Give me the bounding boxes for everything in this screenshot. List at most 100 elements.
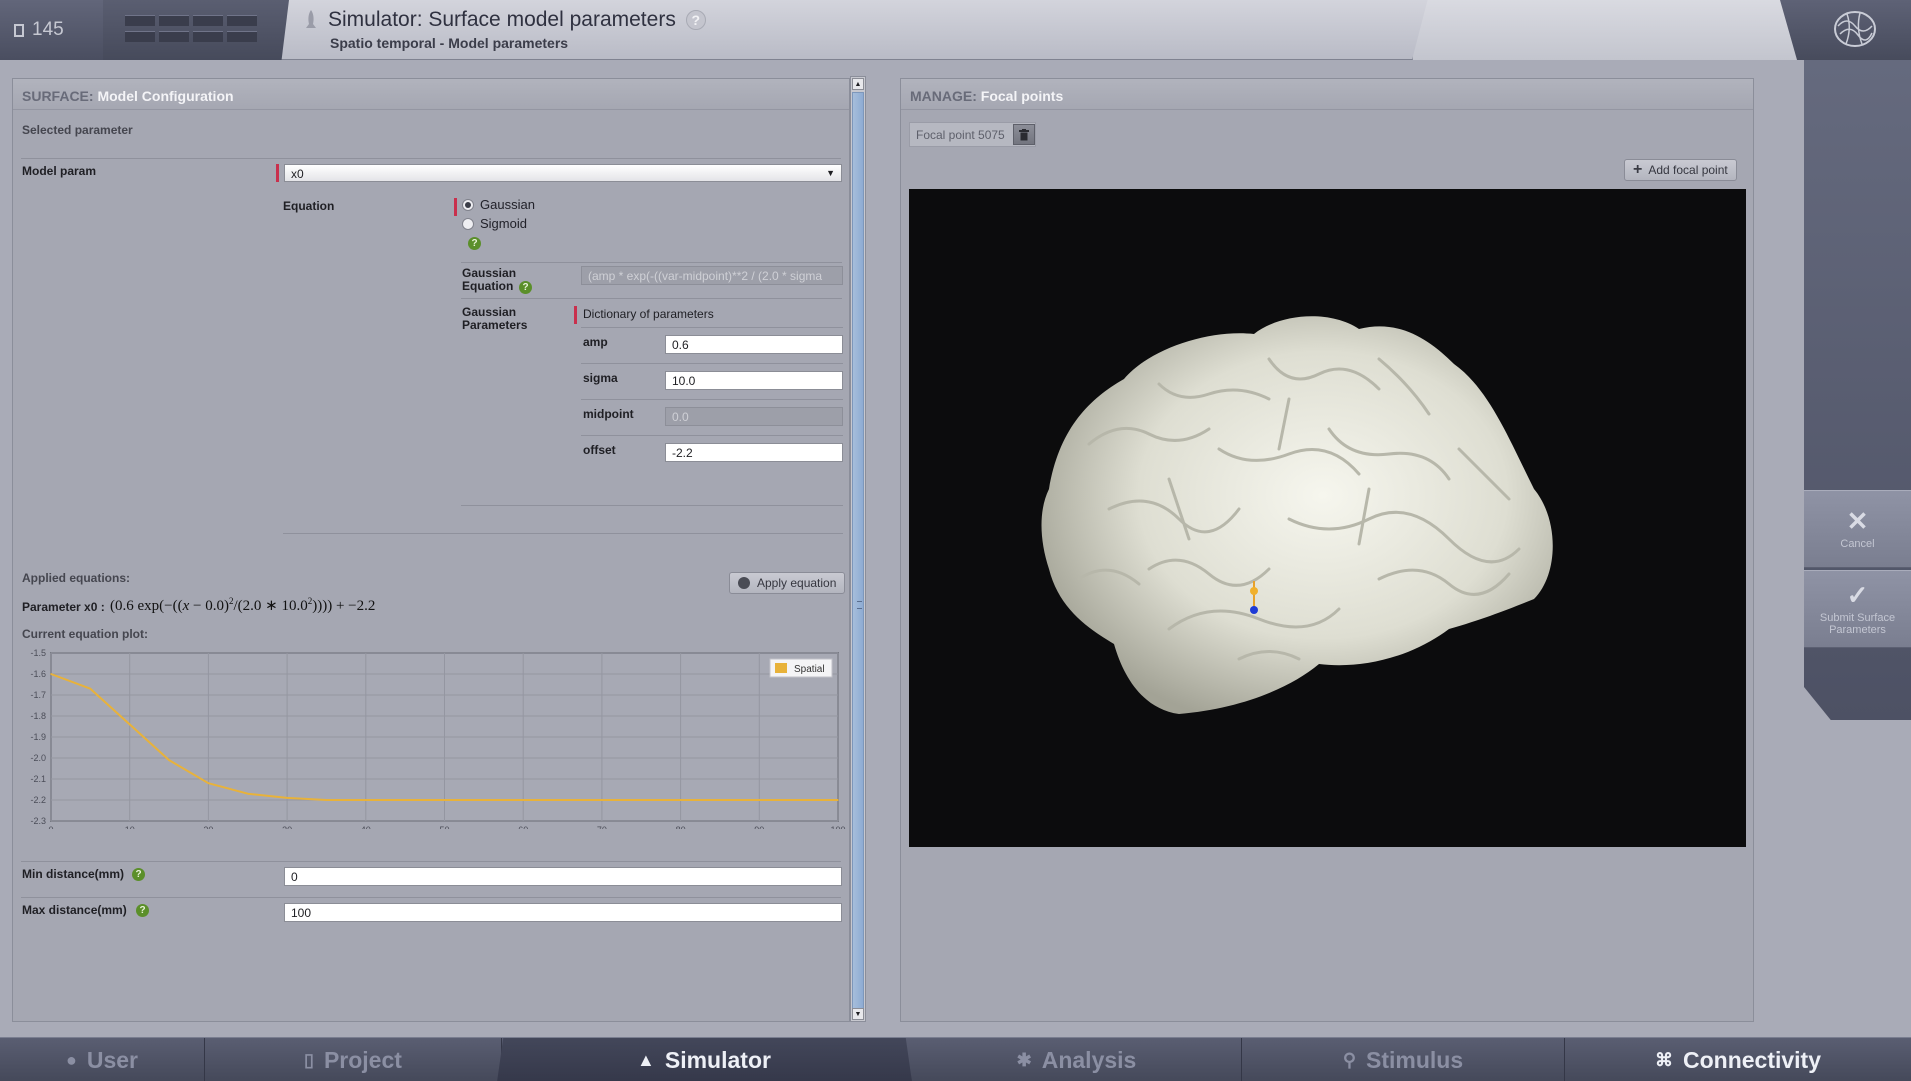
brain-3d-viewer[interactable] (909, 189, 1746, 847)
cancel-button[interactable]: ✕ Cancel (1804, 490, 1911, 568)
param-offset-label: offset (583, 443, 616, 457)
focal-point-item[interactable]: Focal point 5075 (909, 122, 1036, 147)
bottom-navigation: ● User ▯ Project ▲ Simulator ✱ Analysis … (0, 1037, 1911, 1081)
left-panel-scrollbar[interactable]: ▲ ▼ (850, 76, 866, 1022)
x-tick-label: 50 (439, 825, 449, 829)
divider (581, 435, 843, 436)
surface-config-panel: SURFACE: Model Configuration Selected pa… (12, 78, 850, 1022)
help-icon[interactable]: ? (132, 868, 145, 881)
data-point (325, 799, 328, 801)
model-param-value: x0 (291, 167, 304, 181)
required-marker (276, 164, 279, 182)
apply-equation-label: Apply equation (757, 576, 837, 590)
tab-user-label: User (86, 1046, 139, 1073)
param-amp-label: amp (583, 335, 608, 349)
location-pin-icon: ⚲ (1342, 1049, 1357, 1070)
data-point (679, 799, 682, 801)
data-point (758, 799, 761, 801)
param-midpoint-input: 0.0 (665, 407, 843, 426)
panel-header-title: Model Configuration (97, 88, 234, 104)
panel-header-title: Focal points (980, 88, 1064, 104)
tab-project-label: Project (323, 1046, 402, 1073)
model-param-select[interactable]: x0 ▼ (284, 164, 842, 182)
divider (461, 298, 842, 299)
focal-points-panel: MANAGE: Focal points Focal point 5075 + … (900, 78, 1754, 1022)
data-point (601, 799, 603, 801)
project-id: 145 (32, 19, 64, 40)
help-icon[interactable]: ? (519, 281, 532, 294)
panel-header-key: MANAGE: (910, 88, 977, 104)
tab-simulator-label: Simulator (664, 1046, 771, 1073)
submit-surface-parameters-button[interactable]: ✓ Submit Surface Parameters (1804, 570, 1911, 648)
x-tick-label: 60 (518, 825, 528, 829)
apply-icon (738, 577, 750, 589)
scroll-down-icon[interactable]: ▼ (852, 1008, 864, 1020)
tab-analysis-label: Analysis (1041, 1046, 1137, 1073)
panel-header: MANAGE: Focal points (901, 79, 1753, 110)
tab-user[interactable]: ● User (0, 1038, 205, 1081)
radio-gaussian[interactable]: Gaussian (462, 197, 535, 212)
legend-swatch (775, 663, 787, 673)
document-icon: ▯ (304, 1049, 314, 1070)
min-distance-input[interactable]: 0 (284, 867, 842, 886)
add-focal-point-button[interactable]: + Add focal point (1624, 159, 1737, 181)
data-point (365, 799, 367, 801)
apply-equation-button[interactable]: Apply equation (729, 572, 846, 594)
min-distance-label: Min distance(mm) (22, 867, 125, 881)
project-indicator[interactable]: 145 (0, 0, 115, 60)
param-amp-input[interactable]: 0.6 (665, 335, 843, 354)
gear-icon: ✱ (1016, 1049, 1032, 1070)
y-tick-label: -1.9 (30, 732, 46, 742)
legend-label: Spatial (794, 664, 825, 675)
tab-project[interactable]: ▯ Project (205, 1038, 502, 1081)
brain-logo[interactable] (1780, 0, 1911, 60)
radio-gaussian-label: Gaussian (480, 197, 535, 212)
tab-simulator[interactable]: ▲ Simulator (497, 1038, 912, 1081)
y-tick-label: -1.8 (30, 711, 46, 721)
help-icon[interactable]: ? (136, 904, 149, 917)
scroll-thumb[interactable] (852, 92, 864, 1010)
rocket-icon (306, 10, 316, 28)
help-icon[interactable]: ? (685, 10, 706, 30)
radio-sigmoid[interactable]: Sigmoid (462, 216, 527, 231)
radio-button[interactable] (462, 217, 474, 230)
cancel-label: Cancel (1840, 538, 1875, 550)
scroll-up-icon[interactable]: ▲ (852, 78, 864, 90)
y-tick-label: -1.7 (30, 690, 46, 700)
max-distance-input[interactable]: 100 (284, 903, 842, 922)
dropdown-arrow-icon: ▼ (826, 168, 835, 178)
tab-connectivity[interactable]: ⌘ Connectivity (1565, 1038, 1911, 1081)
divider (581, 363, 843, 364)
tab-analysis[interactable]: ✱ Analysis (912, 1038, 1242, 1081)
tab-stimulus[interactable]: ⚲ Stimulus (1242, 1038, 1565, 1081)
data-point (168, 759, 170, 761)
param-offset-input[interactable]: -2.2 (665, 443, 843, 462)
plus-icon: + (1633, 161, 1643, 178)
radio-sigmoid-label: Sigmoid (480, 216, 527, 231)
parameter-x0-label: Parameter x0 : (22, 600, 105, 614)
param-sigma-input[interactable]: 10.0 (665, 371, 843, 390)
y-tick-label: -2.1 (30, 774, 46, 784)
radio-button[interactable] (462, 198, 474, 211)
data-point (443, 799, 446, 801)
delete-focal-button[interactable] (1012, 124, 1035, 145)
param-midpoint-label: midpoint (583, 407, 634, 421)
divider (581, 327, 843, 328)
dashboard-switcher[interactable] (103, 0, 289, 60)
y-tick-label: -1.6 (30, 669, 46, 679)
tab-stimulus-label: Stimulus (1366, 1046, 1464, 1073)
x-tick-label: 10 (125, 825, 135, 829)
user-icon: ● (65, 1049, 77, 1070)
brain-surface-render (1041, 316, 1553, 714)
data-point (837, 799, 839, 801)
equation-label: Equation (283, 199, 335, 213)
x-tick-label: 30 (282, 825, 292, 829)
trash-icon (1018, 128, 1029, 140)
help-icon[interactable]: ? (468, 237, 481, 250)
y-tick-label: -1.5 (30, 648, 46, 658)
data-point (89, 687, 92, 690)
gaussian-equation-field: (amp * exp(-((var-midpoint)**2 / (2.0 * … (581, 266, 843, 285)
applied-equation-formula: (0.6 exp(−((x − 0.0)2/(2.0 ∗ 10.02)))) +… (110, 596, 376, 614)
page-title: Simulator: Surface model parameters ? (304, 8, 706, 32)
header-right-area (1412, 0, 1802, 60)
